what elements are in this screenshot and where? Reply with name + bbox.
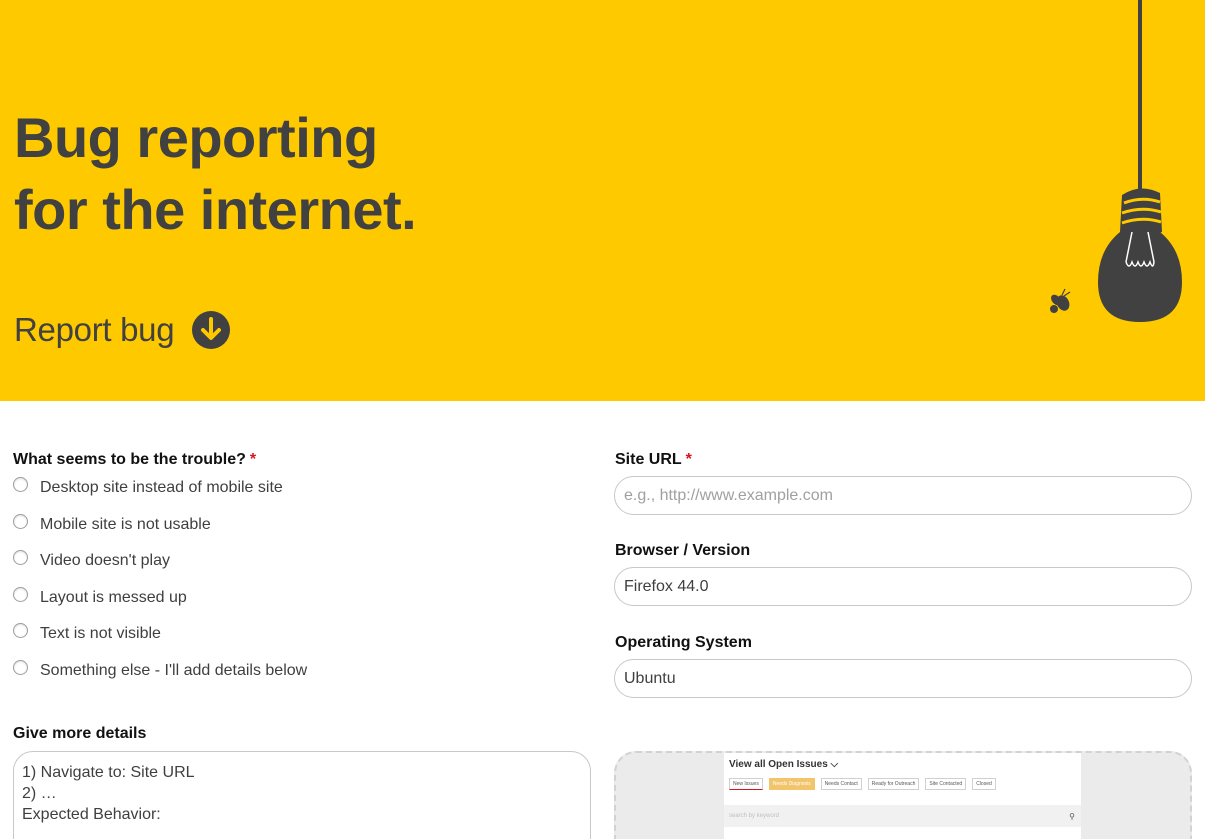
radio-option-text[interactable]: Text is not visible bbox=[13, 622, 161, 645]
os-label: Operating System bbox=[615, 634, 752, 651]
hero-title-line-2: for the internet. bbox=[14, 178, 417, 241]
required-star: * bbox=[249, 451, 257, 468]
radio-button[interactable] bbox=[13, 513, 28, 529]
radio-option-mobile-unusable[interactable]: Mobile site is not usable bbox=[13, 513, 211, 536]
screenshot-upload-area[interactable]: View all Open Issues ⌵ New Issues Needs … bbox=[614, 751, 1192, 839]
radio-button[interactable] bbox=[13, 549, 28, 565]
hero-title: Bug reporting for the internet. bbox=[14, 102, 417, 246]
radio-button[interactable] bbox=[13, 586, 28, 602]
radio-option-label: Text is not visible bbox=[40, 625, 161, 642]
preview-title-text: View all Open Issues bbox=[729, 759, 828, 770]
preview-search-bar: search by keyword ⚲ bbox=[724, 805, 1081, 827]
radio-button[interactable] bbox=[13, 659, 28, 675]
radio-option-label: Desktop site instead of mobile site bbox=[40, 479, 283, 496]
trouble-label: What seems to be the trouble? * bbox=[13, 451, 256, 469]
preview-title: View all Open Issues ⌵ bbox=[729, 759, 838, 770]
preview-tab: New Issues bbox=[729, 778, 763, 790]
light-bulb-icon bbox=[1050, 0, 1182, 322]
report-bug-link[interactable]: Report bug bbox=[14, 308, 231, 352]
required-star: * bbox=[685, 451, 692, 468]
site-url-label: Site URL * bbox=[615, 451, 692, 469]
chevron-down-icon: ⌵ bbox=[830, 759, 839, 770]
preview-tab: Needs Diagnosis bbox=[768, 778, 815, 790]
down-arrow-circle-icon bbox=[192, 311, 231, 349]
radio-option-label: Video doesn't play bbox=[40, 552, 170, 569]
details-label: Give more details bbox=[13, 725, 147, 742]
hero-banner: Bug reporting for the internet. Report b… bbox=[0, 0, 1205, 401]
browser-label: Browser / Version bbox=[615, 542, 751, 559]
os-input[interactable] bbox=[614, 659, 1192, 698]
trouble-label-text: What seems to be the trouble? bbox=[13, 451, 246, 468]
preview-tabs: New Issues Needs Diagnosis Needs Contact… bbox=[729, 778, 996, 790]
radio-option-desktop-site[interactable]: Desktop site instead of mobile site bbox=[13, 476, 283, 499]
radio-button[interactable] bbox=[13, 622, 28, 638]
browser-input[interactable] bbox=[614, 567, 1192, 606]
details-line: 1) Navigate to: Site URL bbox=[22, 764, 195, 781]
bee-icon bbox=[1050, 288, 1071, 313]
preview-tab: Ready for Outreach bbox=[867, 778, 920, 790]
details-line: 2) … bbox=[22, 785, 57, 802]
radio-option-video[interactable]: Video doesn't play bbox=[13, 549, 170, 572]
radio-option-something-else[interactable]: Something else - I'll add details below bbox=[13, 659, 308, 682]
radio-button[interactable] bbox=[13, 476, 28, 492]
preview-tab: Closed bbox=[972, 778, 996, 790]
radio-option-label: Layout is messed up bbox=[40, 589, 187, 606]
site-url-label-text: Site URL bbox=[615, 451, 682, 468]
site-url-input[interactable] bbox=[614, 476, 1192, 515]
radio-option-label: Something else - I'll add details below bbox=[40, 662, 308, 679]
details-line: Expected Behavior: bbox=[22, 806, 161, 823]
preview-tab: Site Contacted bbox=[925, 778, 967, 790]
radio-option-layout[interactable]: Layout is messed up bbox=[13, 586, 187, 609]
preview-tab: Needs Contact bbox=[820, 778, 862, 790]
details-textarea[interactable]: 1) Navigate to: Site URL 2) … Expected B… bbox=[13, 751, 591, 839]
report-bug-label: Report bug bbox=[14, 311, 175, 348]
preview-search-placeholder: search by keyword bbox=[729, 813, 780, 819]
radio-option-label: Mobile site is not usable bbox=[40, 516, 211, 533]
search-icon: ⚲ bbox=[1069, 812, 1075, 821]
hero-title-line-1: Bug reporting bbox=[14, 106, 378, 169]
screenshot-preview: View all Open Issues ⌵ New Issues Needs … bbox=[724, 753, 1081, 839]
